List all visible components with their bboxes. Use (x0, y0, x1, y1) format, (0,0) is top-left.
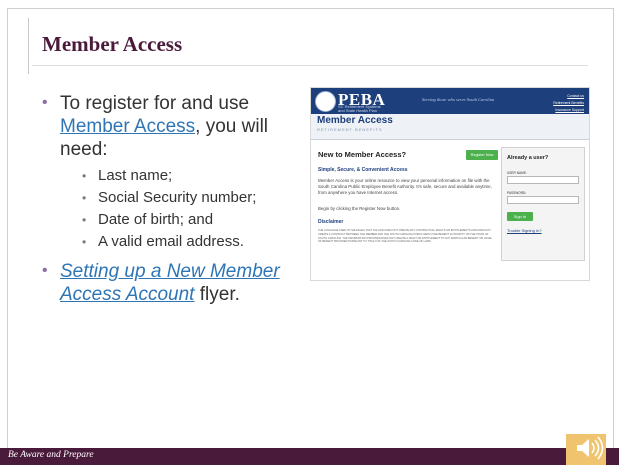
password-input[interactable] (507, 196, 579, 204)
bullet-flyer: • Setting up a New Member Access Account… (42, 260, 287, 306)
bullet-flyer-trail: flyer. (194, 284, 240, 305)
sub-bullet-text: Social Security number; (98, 189, 257, 206)
username-label: USER NAME: (507, 171, 527, 175)
bullet-dot: • (42, 94, 48, 111)
new-user-heading: New to Member Access? (318, 150, 407, 159)
sub-bullet-text: A valid email address. (98, 233, 244, 250)
bullet-register-lead: To register for and use (60, 93, 250, 114)
begin-instruction: Begin by clicking the Register Now butto… (318, 206, 401, 211)
intro-paragraph: Member Access is your online resource to… (318, 178, 492, 195)
simple-secure-heading: Simple, Secure, & Convenient Access (318, 167, 408, 173)
password-label: PASSWORD: (507, 191, 527, 195)
sub-bullet-text: Date of birth; and (98, 211, 214, 228)
peba-tagline: Serving those who serve South Carolina (422, 97, 495, 102)
sub-bullet-dot: • (82, 169, 87, 183)
page-subtitle: RETIREMENT BENEFITS (317, 127, 383, 132)
header-link-contact[interactable]: Contact us (553, 93, 584, 100)
page-title: Member Access (317, 115, 393, 126)
sub-bullet-dot: • (82, 235, 87, 249)
sub-bullet-ssn: • Social Security number; (82, 187, 287, 209)
slide-title: Member Access (42, 32, 183, 56)
peba-logo-subtitle-line: and State Health Plan (338, 108, 377, 113)
peba-header-links: Contact us Retirement Benefits Insurance… (553, 93, 584, 114)
bullet-dot: • (42, 262, 48, 279)
header-link-retirement[interactable]: Retirement Benefits (553, 100, 584, 107)
seal-icon (315, 91, 336, 112)
slide: Member Access • To register for and use … (0, 0, 619, 465)
sub-bullet-dob: • Date of birth; and (82, 209, 287, 231)
header-link-insurance[interactable]: Insurance Support (553, 107, 584, 114)
register-now-button[interactable]: Register Now (466, 150, 498, 160)
footer-text: Be Aware and Prepare (8, 450, 94, 460)
sub-bullet-email: • A valid email address. (82, 231, 287, 253)
sub-bullet-text: Last name; (98, 167, 173, 184)
sub-bullet-last-name: • Last name; (82, 165, 287, 187)
disclaimer-heading: Disclaimer (318, 219, 344, 225)
sub-bullet-dot: • (82, 213, 87, 227)
member-access-link[interactable]: Member Access (60, 116, 195, 137)
flyer-link[interactable]: Setting up a New Member Access Account (60, 261, 280, 305)
title-divider (32, 65, 588, 66)
bullet-register: • To register for and use Member Access,… (42, 92, 287, 161)
sub-bullet-list: • Last name; • Social Security number; • Da… (42, 165, 287, 253)
login-panel: Already a user? USER NAME: PASSWORD: Sig… (501, 147, 585, 261)
member-access-screenshot: PEBA SC Retirement Systems and State Hea… (310, 87, 590, 281)
sub-bullet-dot: • (82, 191, 87, 205)
sign-in-button[interactable]: Sign In (507, 212, 533, 221)
peba-logo-subtitle: SC Retirement Systems and State Health P… (338, 105, 381, 113)
trouble-signing-in-link[interactable]: Trouble Signing In? (507, 228, 542, 233)
bullet-list: • To register for and use Member Access,… (42, 92, 287, 306)
disclaimer-text: THE LANGUAGE USED IN THE PAGES THAT FOLL… (318, 229, 493, 244)
login-heading: Already a user? (507, 155, 549, 161)
footer-bar: Be Aware and Prepare (0, 448, 619, 465)
title-accent-line (28, 18, 29, 74)
username-input[interactable] (507, 176, 579, 184)
speaker-icon[interactable] (566, 430, 606, 465)
